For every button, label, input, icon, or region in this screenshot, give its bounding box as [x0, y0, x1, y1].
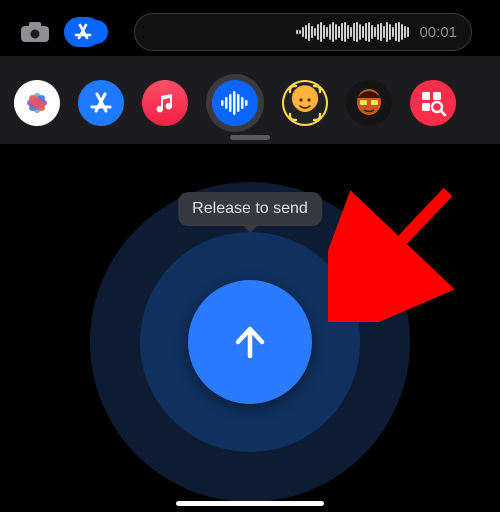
arrow-up-icon: [226, 318, 274, 366]
camera-button[interactable]: [16, 17, 54, 47]
drawer-app-app-store[interactable]: [78, 80, 124, 126]
input-toolbar: 00:01: [0, 0, 500, 56]
drawer-app-hashtag-images[interactable]: [410, 80, 456, 126]
drawer-app-music[interactable]: [142, 80, 188, 126]
release-to-send-tooltip: Release to send: [178, 192, 322, 226]
tooltip-text: Release to send: [192, 200, 308, 217]
drawer-app-photos[interactable]: [14, 80, 60, 126]
recording-pill[interactable]: 00:01: [134, 13, 472, 51]
waveform-icon: [296, 22, 409, 42]
drawer-grabber[interactable]: [230, 135, 270, 140]
recording-duration: 00:01: [419, 24, 457, 41]
camera-icon: [20, 21, 50, 43]
app-store-icon: [73, 22, 93, 42]
drawer-selected-slot: [206, 74, 264, 132]
app-drawer-toggle-button[interactable]: [64, 17, 102, 47]
search-grid-icon: [418, 88, 448, 118]
drawer-app-memoji[interactable]: [346, 80, 392, 126]
drawer-app-audio-message[interactable]: [212, 80, 258, 126]
photos-icon: [22, 88, 52, 118]
audio-record-surface: Release to send: [0, 144, 500, 512]
memoji-scan-icon: [282, 80, 328, 126]
app-drawer: [0, 56, 500, 144]
home-indicator[interactable]: [176, 501, 324, 506]
drawer-app-memoji-scan[interactable]: [282, 80, 328, 126]
music-note-icon: [153, 91, 177, 115]
memoji-icon: [346, 80, 392, 126]
app-store-icon: [88, 90, 114, 116]
send-audio-button[interactable]: [188, 280, 312, 404]
audio-waveform-icon: [220, 91, 250, 115]
